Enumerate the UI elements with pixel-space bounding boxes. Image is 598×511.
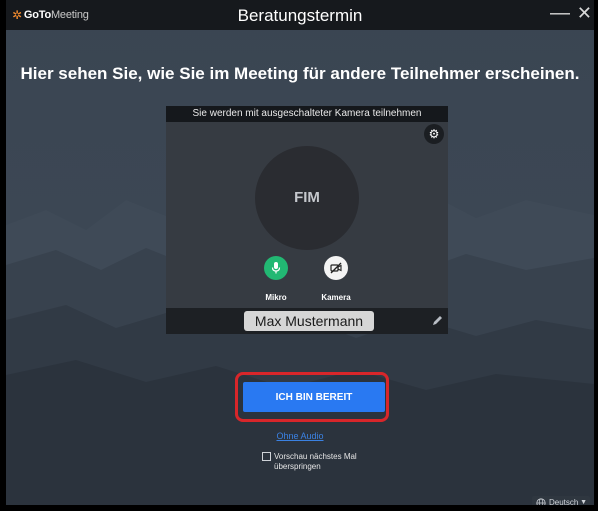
- ready-button[interactable]: ICH BIN BEREIT: [243, 382, 385, 412]
- microphone-toggle-button[interactable]: [264, 256, 288, 280]
- minimize-button[interactable]: —: [550, 2, 570, 25]
- title-bar: ✲ GoTo Meeting Beratungstermin — ✕: [6, 0, 594, 30]
- camera-off-icon: [330, 262, 342, 274]
- gotomeeting-window: ✲ GoTo Meeting Beratungstermin — ✕ Hier s…: [0, 0, 598, 511]
- close-button[interactable]: ✕: [577, 3, 592, 24]
- no-audio-link[interactable]: Ohne Audio: [6, 431, 594, 441]
- camera-toggle-button[interactable]: [324, 256, 348, 280]
- microphone-label: Mikro: [265, 293, 287, 302]
- camera-label: Kamera: [321, 293, 351, 302]
- gear-icon[interactable]: ⚙: [424, 124, 444, 144]
- microphone-icon: [271, 262, 281, 274]
- skip-preview-label: Vorschau nächstes Mal überspringen: [274, 452, 357, 471]
- avatar: FIM: [255, 146, 359, 250]
- page-headline: Hier sehen Sie, wie Sie im Meeting für a…: [20, 64, 580, 83]
- language-selector[interactable]: Deutsch ▼: [532, 496, 590, 507]
- display-name-field[interactable]: Max Mustermann: [244, 311, 374, 331]
- skip-preview-checkbox[interactable]: [262, 452, 271, 461]
- pencil-icon[interactable]: [430, 314, 444, 328]
- globe-icon: [536, 498, 546, 505]
- video-preview-panel: Sie werden mit ausgeschalteter Kamera te…: [166, 106, 448, 334]
- window-title: Beratungstermin: [237, 6, 363, 25]
- name-bar: Max Mustermann: [166, 308, 448, 334]
- camera-off-notice: Sie werden mit ausgeschalteter Kamera te…: [166, 106, 448, 122]
- chevron-down-icon: ▼: [580, 499, 587, 506]
- language-label: Deutsch: [549, 498, 579, 507]
